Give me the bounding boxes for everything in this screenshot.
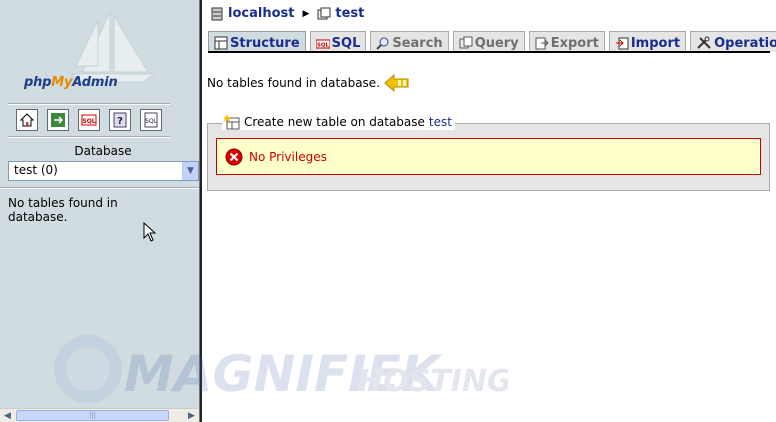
sql-icon: SQL: [315, 39, 330, 49]
tab-underline: [208, 51, 770, 53]
tab-search[interactable]: Search: [370, 31, 449, 52]
tab-structure-label: Structure: [230, 35, 300, 51]
divider: [8, 136, 170, 138]
tab-sql[interactable]: SQL SQL: [309, 31, 367, 52]
tab-search-label: Search: [392, 35, 443, 51]
exit-icon[interactable]: [47, 109, 69, 131]
create-table-text: Create new table on database: [244, 115, 425, 129]
divider: [0, 187, 199, 189]
breadcrumb-db-link[interactable]: test: [335, 6, 364, 21]
tab-query[interactable]: Query: [452, 31, 525, 52]
error-box: No Privileges: [216, 138, 761, 175]
breadcrumb-server-link[interactable]: localhost: [228, 6, 294, 21]
create-table-db-link[interactable]: test: [429, 115, 452, 129]
no-tables-message: No tables found in database.: [207, 74, 410, 92]
divider: [8, 103, 170, 105]
horizontal-scrollbar[interactable]: ◀ ||| ▶: [0, 408, 199, 422]
database-icon: [317, 7, 331, 19]
tab-sql-label: SQL: [331, 35, 361, 51]
operations-icon: [697, 36, 711, 49]
tab-export[interactable]: Export: [528, 31, 605, 52]
quick-icons: SQL ? SQL: [16, 109, 162, 131]
svg-text:SQL: SQL: [145, 118, 158, 125]
tab-operations-label: Operations: [714, 35, 776, 51]
error-text: No Privileges: [249, 149, 327, 164]
brand-tail-text: HOSTING: [358, 364, 508, 399]
scroll-right-icon[interactable]: ▶: [184, 409, 199, 422]
chevron-down-icon[interactable]: ▼: [182, 162, 198, 180]
tab-import[interactable]: Import: [608, 31, 687, 52]
docs-icon[interactable]: SQL: [140, 109, 162, 131]
tab-query-label: Query: [474, 35, 519, 51]
create-table-legend: Create new table on database test: [222, 114, 455, 130]
svg-text:SQL: SQL: [82, 118, 95, 125]
arrow-left-icon: [384, 74, 409, 92]
help-icon[interactable]: ?: [109, 109, 131, 131]
no-tables-text: No tables found in database.: [207, 76, 381, 90]
svg-text:SQL: SQL: [317, 43, 330, 49]
sql-icon[interactable]: SQL: [78, 109, 100, 131]
nav-no-tables-text: No tables found in database.: [8, 196, 118, 224]
import-icon: [615, 37, 629, 50]
error-icon: [225, 148, 243, 165]
new-table-icon: [224, 114, 240, 130]
scroll-left-icon[interactable]: ◀: [0, 409, 15, 422]
scrollbar-thumb[interactable]: |||: [16, 410, 169, 421]
home-icon[interactable]: [16, 109, 38, 131]
tab-operations[interactable]: Operations: [690, 31, 776, 52]
phpmyadmin-logo[interactable]: phpMyAdmin: [24, 75, 118, 90]
database-label: Database: [74, 144, 132, 158]
database-select-value: test (0): [14, 163, 58, 177]
query-icon: [459, 36, 473, 49]
server-icon: [211, 7, 223, 20]
breadcrumb: localhost ▶ test: [210, 6, 364, 21]
tab-bar: Structure SQL SQL Search Query Export Im…: [208, 31, 776, 52]
tab-import-label: Import: [630, 35, 681, 51]
tab-structure[interactable]: Structure: [208, 31, 306, 52]
brand-watermark: MAGNIFIEK HOSTING: [54, 335, 508, 403]
search-icon: [376, 37, 389, 50]
structure-icon: [214, 36, 228, 50]
export-icon: [535, 37, 549, 50]
tab-export-label: Export: [550, 35, 599, 51]
svg-text:?: ?: [117, 116, 123, 127]
breadcrumb-arrow-icon: ▶: [302, 8, 310, 19]
database-select[interactable]: test (0) ▼: [8, 161, 199, 181]
mouse-cursor-icon: [143, 222, 157, 242]
